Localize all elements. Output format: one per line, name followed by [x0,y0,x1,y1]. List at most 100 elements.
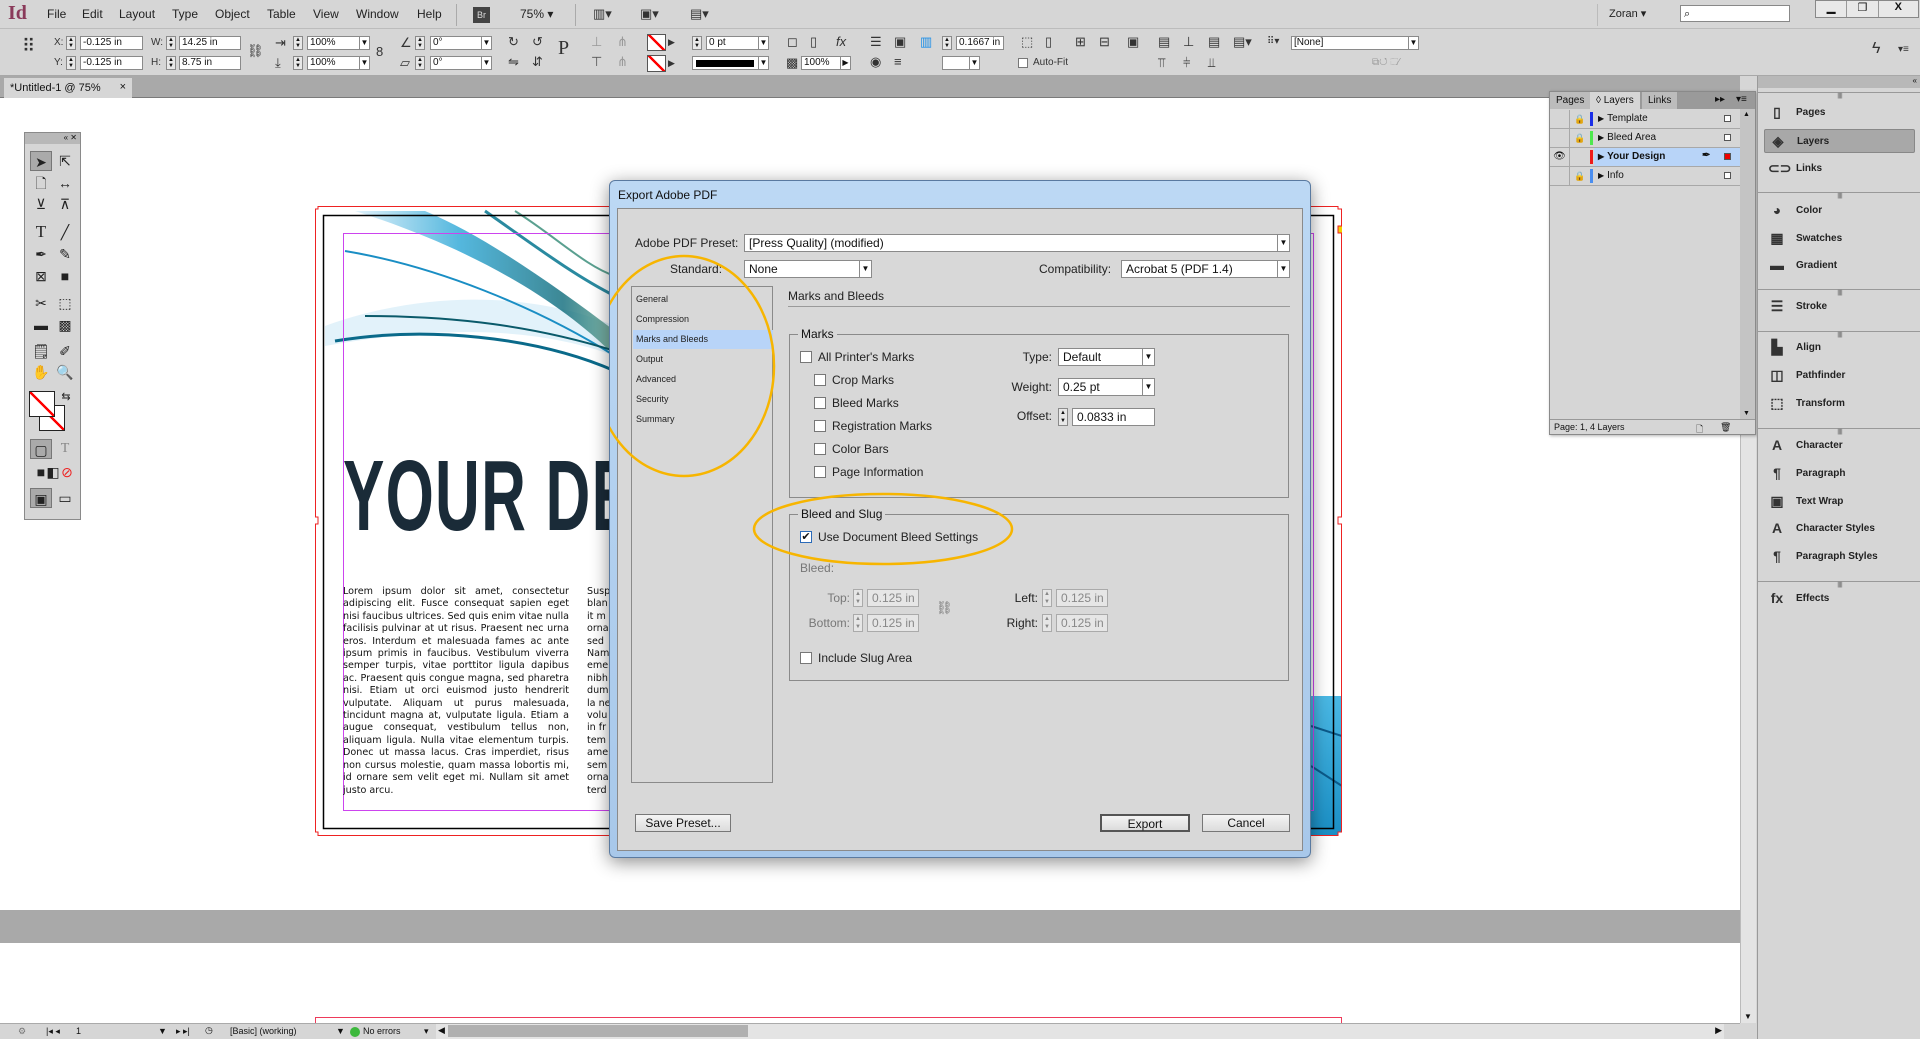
preflight-status[interactable]: No errors [363,1026,401,1036]
fitting-icon[interactable]: ▥ [920,35,932,49]
tools-panel-header[interactable]: « ✕ [25,133,80,144]
menu-file[interactable]: File [47,7,66,21]
layer-name-cell[interactable]: ▶Bleed Area [1594,129,1740,147]
effects-icon[interactable]: fx [836,35,846,49]
dock-item-color[interactable]: ◕Color [1764,199,1915,223]
w-stepper[interactable]: ▲▼ [166,36,176,50]
object-style-icon[interactable]: ⠿▾ [1267,35,1279,49]
next-page-icon[interactable]: ▸ ▸| [176,1026,190,1037]
expand-triangle-icon[interactable]: ▶ [1598,171,1604,180]
dock-item-character[interactable]: ACharacter [1764,434,1915,458]
fit-proportional-icon[interactable]: ⊟ [1099,35,1110,49]
fit-frame-icon[interactable]: ⬚ [1021,35,1033,49]
selection-indicator[interactable] [1724,153,1731,160]
section-item-output[interactable]: Output [633,350,773,369]
rectangle-tool[interactable]: ■ [54,266,76,286]
close-tab-icon[interactable]: × [120,81,126,93]
align-left-icon[interactable]: ▤ [1158,35,1170,49]
dock-item-paragraph-styles[interactable]: ¶Paragraph Styles [1764,545,1915,569]
scissors-tool[interactable]: ✂ [30,293,52,313]
h-stepper[interactable]: ▲▼ [166,56,176,70]
offset-stepper[interactable]: ▲▼ [1058,408,1068,426]
align-bottom-icon[interactable]: ⫫ [1208,56,1215,70]
page-information-checkbox[interactable] [814,466,826,478]
scroll-right-icon[interactable]: ▶ [1715,1025,1722,1036]
selection-handle[interactable] [315,517,318,524]
text-wrap-jump-icon[interactable]: ≡ [894,55,902,69]
all-printers-marks-checkbox[interactable] [800,351,812,363]
note-tool[interactable]: 🗒 [30,341,52,361]
h-field[interactable]: 8.75 in [179,56,241,70]
align-center-icon[interactable]: ⊥ [1183,35,1194,49]
selection-handle[interactable] [1338,517,1342,524]
section-item-security[interactable]: Security [633,390,773,409]
type-dropdown[interactable]: Default▼ [1058,348,1155,366]
section-item-advanced[interactable]: Advanced [633,370,773,389]
dock-item-swatches[interactable]: ▦Swatches [1764,227,1915,251]
dock-item-align[interactable]: ▙Align [1764,336,1915,360]
use-document-bleed-checkbox[interactable]: ✔ [800,531,812,543]
drop-shadow-icon[interactable]: ◻ [787,35,798,49]
new-layer-icon[interactable]: 🗋 [1696,422,1703,438]
restore-button[interactable]: ❐ [1847,1,1878,17]
offset-field[interactable]: 0.1667 in [956,36,1004,50]
stroke-weight-stepper[interactable]: ▲▼ [692,36,702,50]
layer-name-cell[interactable]: ▶Info [1594,167,1740,185]
page-number[interactable]: 1 [76,1026,81,1036]
selection-indicator[interactable] [1724,172,1731,179]
screen-mode-icon[interactable]: ▭ [54,488,76,508]
bleed-marks-checkbox[interactable] [814,397,826,409]
first-page-icon[interactable]: |◂ ◂ [46,1026,60,1037]
x-stepper[interactable]: ▲▼ [66,36,76,50]
selection-handle[interactable] [315,832,318,836]
bleed-top-field[interactable]: 0.125 in [867,589,919,607]
normal-view-icon[interactable]: ▣ [30,488,52,508]
panel-menu-icon[interactable]: ▾≡ [1736,94,1747,105]
search-input[interactable]: ⌕ [1680,5,1790,22]
bleed-right-stepper[interactable]: ▲▼ [1042,614,1052,632]
menu-help[interactable]: Help [417,7,442,21]
layer-name-cell[interactable]: ▶Template [1594,110,1740,128]
fill-box[interactable] [29,391,55,417]
scroll-down-icon[interactable]: ▼ [1743,410,1750,417]
section-item-summary[interactable]: Summary [633,410,773,429]
export-button[interactable]: Export [1100,814,1190,832]
bleed-bottom-field[interactable]: 0.125 in [867,614,919,632]
scale-x-stepper[interactable]: ▲▼ [293,36,303,50]
view-options-icon[interactable]: ▥▾ [593,7,612,21]
scale-x-field[interactable]: 100%▼ [307,36,370,50]
rotate-cw-icon[interactable]: ↻ [508,35,519,49]
constrain-proportions-icon[interactable]: ⛓ [247,44,264,58]
text-wrap-object-icon[interactable]: ◉ [870,55,881,69]
layers-scrollbar[interactable]: ▲ ▼ [1740,109,1755,419]
selection-handle[interactable] [1338,206,1342,209]
rotate-field[interactable]: 0°▼ [430,36,492,50]
align-middle-icon[interactable]: ⫩ [1183,56,1190,70]
screen-mode-icon[interactable]: ▣▾ [640,7,659,21]
distribute-icon[interactable]: ▤▾ [1233,35,1252,49]
stroke-weight-field[interactable]: 0 pt▼ [706,36,769,50]
opacity-field[interactable]: 100%▶ [801,56,851,70]
selection-handle[interactable] [315,206,318,209]
visibility-toggle[interactable] [1550,110,1570,128]
link-scale-icon[interactable]: 8 [376,45,383,59]
line-tool[interactable]: ╱ [54,222,76,242]
dock-item-character-styles[interactable]: ACharacter Styles [1764,517,1915,541]
select-content-icon[interactable]: ⊤ [591,55,602,69]
content-placer-tool[interactable]: ⊼ [54,194,76,214]
zoom-level-dropdown[interactable]: 75% ▾ [520,7,553,21]
expand-triangle-icon[interactable]: ▶ [1598,133,1604,142]
layer-row[interactable]: 🔒▶Template [1550,110,1740,129]
tab-pages[interactable]: Pages [1550,92,1591,109]
menu-type[interactable]: Type [172,7,198,21]
content-collector-tool[interactable]: ⊻ [30,194,52,214]
select-previous-icon[interactable]: ⋔ [617,55,628,69]
menu-table[interactable]: Table [267,7,296,21]
rotate-stepper[interactable]: ▲▼ [415,36,425,50]
expand-triangle-icon[interactable]: ▶ [1598,152,1604,161]
visibility-toggle[interactable] [1550,167,1570,185]
lock-toggle[interactable]: 🔒 [1571,167,1589,185]
lock-toggle[interactable]: 🔒 [1571,129,1589,147]
flip-horizontal-icon[interactable]: ⇋ [508,55,519,69]
dock-item-effects[interactable]: fxEffects [1764,587,1915,611]
